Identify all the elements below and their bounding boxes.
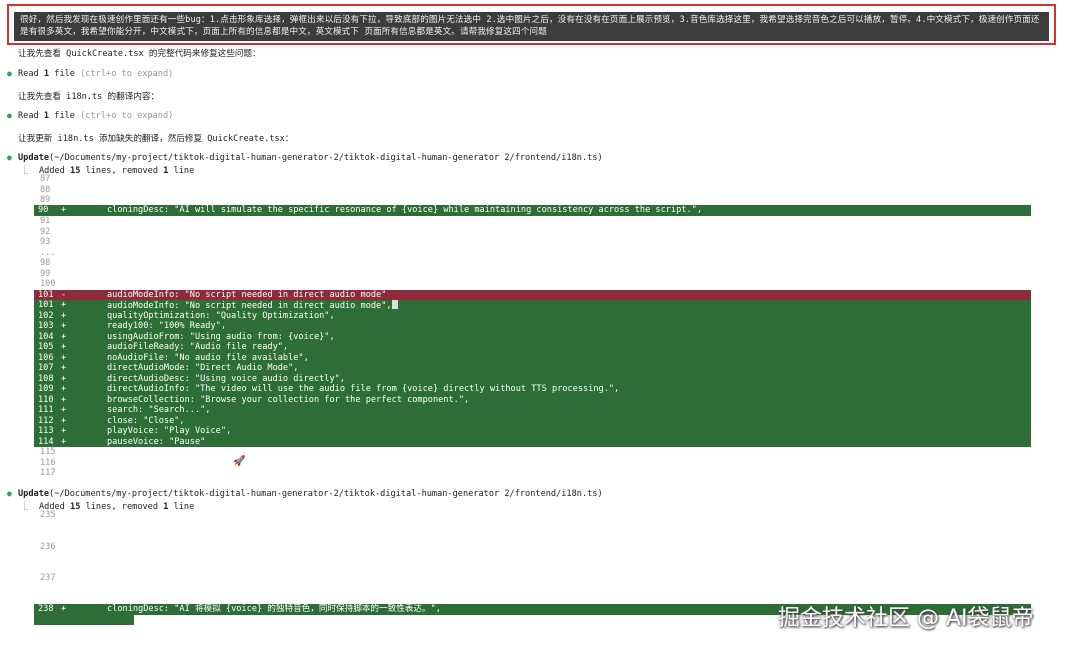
diff-added-line: 101 + audioModeInfo: "No script needed in …: [34, 300, 1031, 311]
plus-sign: +: [61, 205, 67, 215]
diff-added-line: 111 + search: "Search...",: [34, 405, 1031, 416]
user-prompt-text: 很好，然后我发现在极速创作里面还有一些bug：1.点击形象库选择，弹框出来以后没…: [14, 12, 1049, 41]
line-number: 116: [40, 457, 56, 468]
line-number: 89: [40, 195, 51, 205]
diff-added-line: 90 + cloningDesc: "AI will simulate the sp…: [34, 205, 1031, 216]
expand-hint: (ctrl+o to expand): [80, 69, 174, 79]
bullet-dot-icon: ●: [7, 111, 12, 120]
assistant-message: 让我先查看 i18n.ts 的翻译内容：: [18, 92, 160, 102]
watermark: 掘金技术社区 @ AI袋鼠帝: [778, 606, 1034, 631]
diff-added-line: 110 + browseCollection: "Browse your colle…: [34, 394, 1031, 406]
user-prompt-highlight: 很好，然后我发现在极速创作里面还有一些bug：1.点击形象库选择，弹框出来以后没…: [7, 4, 1056, 45]
plus-sign: +: [61, 310, 67, 321]
plus-sign: +: [61, 363, 67, 373]
diff-added-line: 103 + ready100: "100% Ready",: [34, 321, 1031, 332]
read-tool-call[interactable]: Read 1 file (ctrl+o to expand): [18, 111, 173, 121]
line-number: 91: [40, 216, 51, 226]
diff-added-line: 108 + directAudioDesc: "Using voice audio …: [34, 373, 1031, 385]
bullet-dot-icon: ●: [7, 153, 12, 162]
plus-sign: +: [61, 436, 67, 447]
line-number: 100: [40, 279, 56, 289]
plus-sign: +: [61, 415, 67, 426]
minus-sign: -: [61, 289, 67, 300]
code-text: directAudioInfo: "The video will use the…: [107, 384, 620, 394]
plus-sign: +: [61, 426, 67, 436]
text-cursor: [391, 300, 398, 309]
line-number: 117: [40, 468, 56, 478]
bullet-dot-icon: ●: [7, 69, 12, 78]
plus-sign: +: [61, 405, 67, 415]
update-tool-call[interactable]: Update(~/Documents/my-project/tiktok-dig…: [18, 489, 603, 499]
line-number: 92: [40, 226, 51, 237]
assistant-message: 让我更新 i18n.ts 添加缺失的翻译，然后修复 QuickCreate.ts…: [18, 134, 294, 144]
line-number: 98: [40, 258, 51, 268]
rocket-icon: 🚀: [233, 456, 246, 467]
code-text: usingAudioFrom: "Using audio from: {voic…: [107, 331, 335, 342]
bullet-dot-icon: ●: [7, 489, 12, 498]
plus-sign: +: [61, 342, 67, 352]
code-text: ready100: "100% Ready",: [107, 321, 226, 331]
plus-sign: +: [61, 300, 67, 310]
line-number: 99: [40, 268, 51, 279]
code-text: cloningDesc: "AI will simulate the speci…: [107, 205, 702, 215]
line-number: 235: [40, 510, 56, 520]
line-number: 87: [40, 174, 51, 184]
code-text: playVoice: "Play Voice",: [107, 426, 232, 436]
line-number: ...: [40, 248, 56, 258]
line-number: 93: [40, 237, 51, 247]
diff-added-line: 106 + noAudioFile: "No audio file availabl…: [34, 352, 1031, 364]
diff-added-line: 105 + audioFileReady: "Audio file ready",: [34, 342, 1031, 353]
diff-added-line: 109 + directAudioInfo: "The video will use…: [34, 384, 1031, 395]
plus-sign: +: [61, 321, 67, 331]
diff-removed-line: 101- audioModeInfo: "No script needed in …: [34, 289, 1031, 301]
code-text: close: "Close",: [107, 415, 185, 426]
line-number: 237: [40, 573, 56, 583]
plus-sign: +: [61, 604, 67, 614]
diff-added-line: 104 + usingAudioFrom: "Using audio from: {…: [34, 331, 1031, 343]
code-text: audioFileReady: "Audio file ready",: [107, 342, 289, 352]
diff-added-line: 113 + playVoice: "Play Voice",: [34, 426, 1031, 437]
code-text: directAudioMode: "Direct Audio Mode",: [107, 363, 299, 373]
plus-sign: +: [61, 394, 67, 405]
diff-added-line: 107 + directAudioMode: "Direct Audio Mode"…: [34, 363, 1031, 374]
plus-sign: +: [61, 331, 67, 342]
update-tool-call[interactable]: Update(~/Documents/my-project/tiktok-dig…: [18, 153, 603, 163]
line-number: 88: [40, 184, 51, 195]
code-text: search: "Search...",: [107, 405, 211, 415]
diff-added-line: 102 + qualityOptimization: "Quality Optimi…: [34, 310, 1031, 322]
file-path: (~/Documents/my-project/tiktok-digital-h…: [49, 153, 603, 163]
code-text: browseCollection: "Browse your collectio…: [107, 394, 470, 405]
read-tool-call[interactable]: Read 1 file (ctrl+o to expand): [18, 69, 173, 79]
code-text: noAudioFile: "No audio file available",: [107, 352, 309, 363]
file-path: (~/Documents/my-project/tiktok-digital-h…: [49, 489, 603, 499]
plus-sign: +: [61, 373, 67, 384]
diff-added-line: 114 + pauseVoice: "Pause": [34, 436, 1031, 448]
diff-added-line: 112 + close: "Close",: [34, 415, 1031, 427]
code-text: qualityOptimization: "Quality Optimizati…: [107, 310, 335, 321]
plus-sign: +: [61, 384, 67, 394]
code-text: cloningDesc: "AI 将模拟 {voice} 的独特音色，同时保持脚…: [107, 604, 441, 614]
diff-continuation: [34, 615, 134, 625]
expand-hint: (ctrl+o to expand): [80, 111, 174, 121]
code-text: directAudioDesc: "Using voice audio dire…: [107, 373, 345, 384]
plus-sign: +: [61, 352, 67, 363]
line-number: 115: [40, 447, 56, 457]
code-text: audioModeInfo: "No script needed in dire…: [107, 289, 387, 300]
assistant-message: 让我先查看 QuickCreate.tsx 的完整代码来修复这些问题：: [18, 49, 261, 59]
line-number: 236: [40, 542, 56, 552]
code-text: pauseVoice: "Pause": [107, 436, 206, 447]
